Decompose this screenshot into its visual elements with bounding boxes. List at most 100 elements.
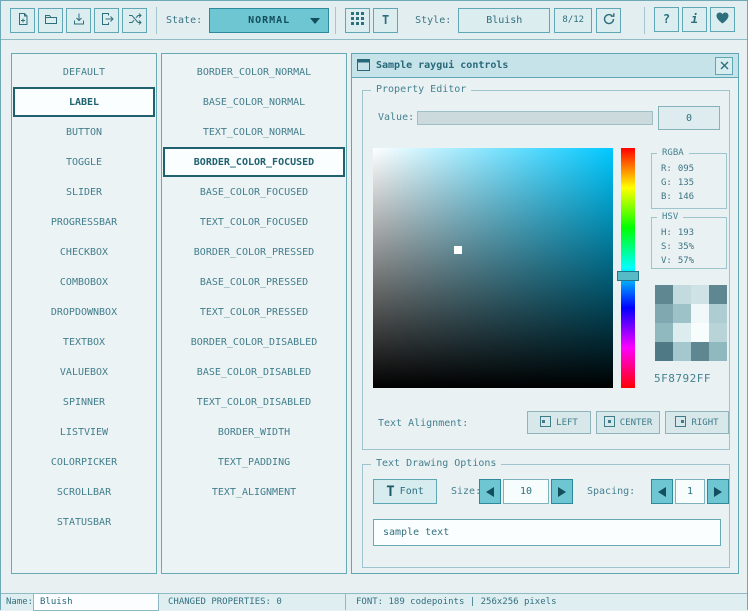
load-style-button[interactable]: [38, 8, 63, 33]
close-icon: [720, 58, 729, 73]
property-list-item[interactable]: BORDER_WIDTH: [163, 417, 345, 447]
property-list-item[interactable]: BORDER_COLOR_FOCUSED: [163, 147, 345, 177]
control-list-item[interactable]: COMBOBOX: [13, 267, 155, 297]
control-list-item[interactable]: TEXTBOX: [13, 327, 155, 357]
property-list-item[interactable]: TEXT_ALIGNMENT: [163, 477, 345, 507]
style-name-button[interactable]: Bluish: [458, 8, 550, 33]
control-list-item[interactable]: DEFAULT: [13, 57, 155, 87]
property-list-item[interactable]: BASE_COLOR_PRESSED: [163, 267, 345, 297]
control-list-item[interactable]: VALUEBOX: [13, 357, 155, 387]
color-swatch[interactable]: [655, 342, 673, 361]
property-list-item[interactable]: BORDER_COLOR_PRESSED: [163, 237, 345, 267]
sponsor-button[interactable]: [710, 7, 735, 32]
property-list-item[interactable]: TEXT_COLOR_DISABLED: [163, 387, 345, 417]
color-swatch[interactable]: [709, 285, 727, 304]
font-button-label: Font: [400, 486, 424, 497]
control-list-item[interactable]: LISTVIEW: [13, 417, 155, 447]
color-swatch[interactable]: [709, 304, 727, 323]
color-picker-cursor[interactable]: [454, 246, 462, 254]
help-button[interactable]: ?: [654, 7, 679, 32]
style-table-button[interactable]: [345, 8, 370, 33]
left-arrow-icon: [486, 487, 494, 497]
color-swatch[interactable]: [673, 342, 691, 361]
control-list-item[interactable]: STATUSBAR: [13, 507, 155, 537]
spacing-decrement-button[interactable]: [651, 479, 673, 504]
color-swatch[interactable]: [691, 285, 709, 304]
value-slider[interactable]: [417, 111, 653, 125]
property-list-item[interactable]: TEXT_PADDING: [163, 447, 345, 477]
color-swatch[interactable]: [691, 323, 709, 342]
hex-value-box[interactable]: 5F8792FF: [654, 372, 711, 385]
spacing-value-box[interactable]: 1: [675, 479, 705, 504]
state-dropdown[interactable]: NORMAL: [209, 8, 329, 33]
hue-slider[interactable]: [617, 271, 639, 281]
status-name-label: Name:: [1, 594, 33, 610]
about-button[interactable]: i: [682, 7, 707, 32]
property-list-item[interactable]: BORDER_COLOR_NORMAL: [163, 57, 345, 87]
property-list-item[interactable]: TEXT_COLOR_NORMAL: [163, 117, 345, 147]
toolbar-divider: [644, 7, 645, 34]
color-picker-panel[interactable]: [373, 148, 613, 388]
control-list-item[interactable]: BUTTON: [13, 117, 155, 147]
control-list-item[interactable]: LABEL: [13, 87, 155, 117]
color-swatch[interactable]: [691, 342, 709, 361]
property-list-item[interactable]: BASE_COLOR_DISABLED: [163, 357, 345, 387]
property-list-item[interactable]: BORDER_COLOR_DISABLED: [163, 327, 345, 357]
right-arrow-icon: [714, 487, 722, 497]
control-list-item[interactable]: PROGRESSBAR: [13, 207, 155, 237]
color-swatch[interactable]: [655, 285, 673, 304]
align-left-button[interactable]: LEFT: [527, 411, 591, 434]
color-swatch[interactable]: [673, 323, 691, 342]
property-list-item[interactable]: TEXT_COLOR_FOCUSED: [163, 207, 345, 237]
text-options-title: Text Drawing Options: [371, 458, 501, 469]
align-center-button[interactable]: CENTER: [596, 411, 660, 434]
size-value-box[interactable]: 10: [503, 479, 549, 504]
new-style-button[interactable]: [10, 8, 35, 33]
hue-bar[interactable]: [621, 148, 635, 388]
random-style-button[interactable]: [122, 8, 147, 33]
state-label: State:: [166, 15, 202, 26]
value-box[interactable]: 0: [658, 106, 720, 130]
style-palette-grid: [655, 285, 727, 361]
control-list-item[interactable]: SPINNER: [13, 387, 155, 417]
color-swatch[interactable]: [673, 304, 691, 323]
style-label: Style:: [415, 15, 451, 26]
font-button[interactable]: T Font: [373, 479, 437, 504]
color-swatch[interactable]: [673, 285, 691, 304]
style-counter-button[interactable]: 8/12: [554, 8, 592, 33]
reload-style-button[interactable]: [596, 8, 621, 33]
property-list-item[interactable]: BASE_COLOR_FOCUSED: [163, 177, 345, 207]
chevron-down-icon: [310, 18, 320, 24]
close-button[interactable]: [715, 57, 733, 75]
save-style-button[interactable]: [66, 8, 91, 33]
control-list-item[interactable]: SCROLLBAR: [13, 477, 155, 507]
rguistyler-app: State: NORMAL T Style: Bluish 8/12 ? i D…: [0, 0, 748, 610]
font-test-button[interactable]: T: [373, 8, 398, 33]
style-name-input[interactable]: [33, 594, 159, 611]
align-right-button[interactable]: RIGHT: [665, 411, 729, 434]
control-list-item[interactable]: CHECKBOX: [13, 237, 155, 267]
size-increment-button[interactable]: [551, 479, 573, 504]
color-swatch[interactable]: [691, 304, 709, 323]
changed-properties-status: CHANGED PROPERTIES: 0: [159, 594, 346, 610]
property-list-item[interactable]: BASE_COLOR_NORMAL: [163, 87, 345, 117]
control-list-item[interactable]: DROPDOWNBOX: [13, 297, 155, 327]
control-list-item[interactable]: SLIDER: [13, 177, 155, 207]
spacing-label: Spacing:: [587, 486, 635, 497]
property-list-item[interactable]: TEXT_COLOR_PRESSED: [163, 297, 345, 327]
sample-window: Sample raygui controls Property Editor V…: [351, 53, 739, 574]
rgba-groupbox: RGBA R:095 G:135 B:146: [651, 153, 727, 209]
property-editor-title: Property Editor: [371, 84, 471, 95]
color-swatch[interactable]: [709, 342, 727, 361]
font-info-status: FONT: 189 codepoints | 256x256 pixels: [346, 594, 747, 610]
color-swatch[interactable]: [655, 323, 673, 342]
color-swatch[interactable]: [709, 323, 727, 342]
control-list-item[interactable]: TOGGLE: [13, 147, 155, 177]
sample-text-input[interactable]: [373, 519, 721, 546]
size-decrement-button[interactable]: [479, 479, 501, 504]
color-swatch[interactable]: [655, 304, 673, 323]
control-list-item[interactable]: COLORPICKER: [13, 447, 155, 477]
spacing-increment-button[interactable]: [707, 479, 729, 504]
window-icon: [357, 56, 370, 75]
export-style-button[interactable]: [94, 8, 119, 33]
